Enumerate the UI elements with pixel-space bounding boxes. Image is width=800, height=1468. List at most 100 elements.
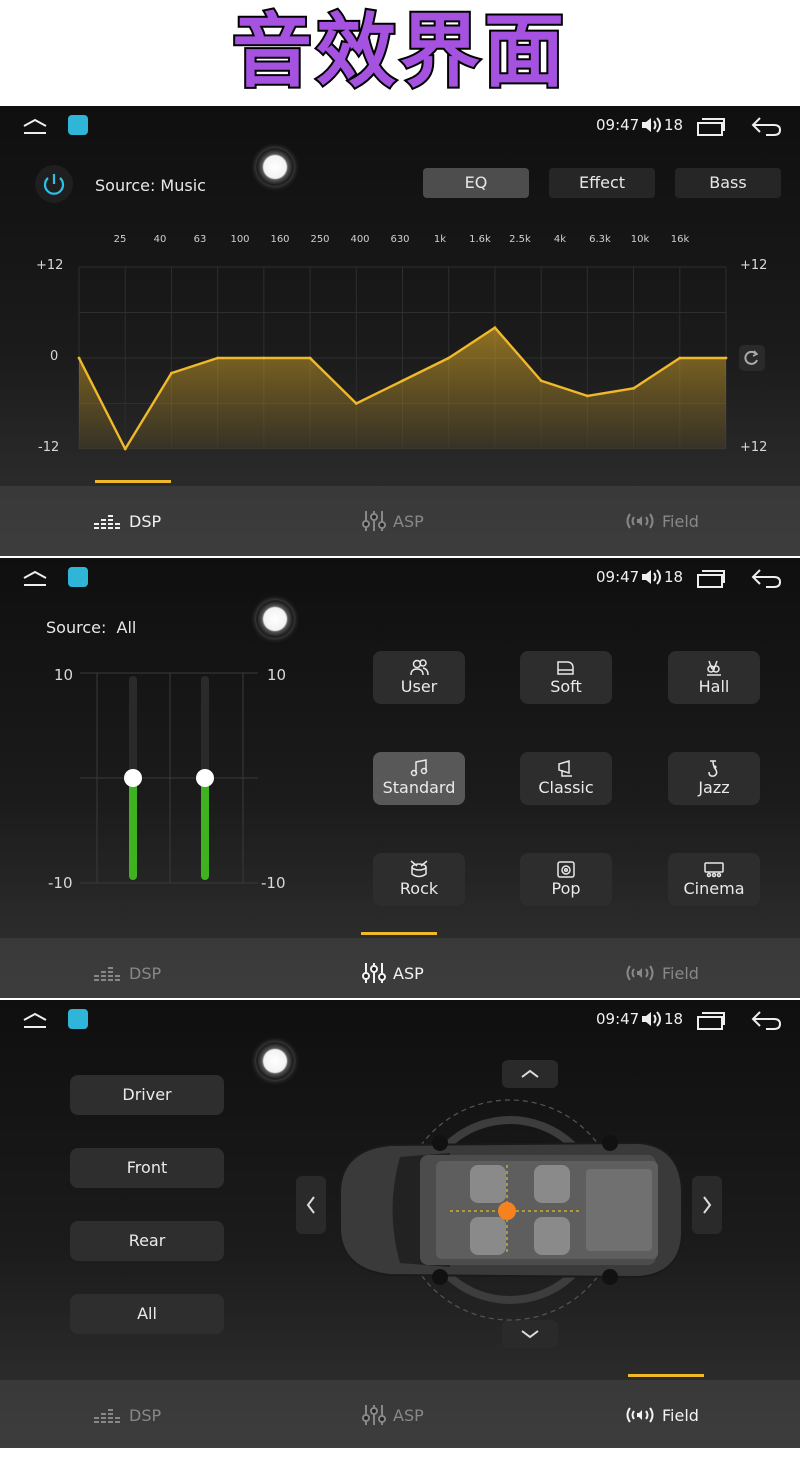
tab-field-label: Field bbox=[662, 963, 699, 983]
eq-point[interactable] bbox=[77, 356, 81, 360]
asp-slider[interactable] bbox=[124, 676, 142, 880]
tab-field[interactable]: Field bbox=[624, 486, 699, 556]
preset-standard-button[interactable]: Standard bbox=[373, 752, 465, 805]
back-icon[interactable] bbox=[750, 1009, 782, 1031]
scale-bottom-left: -10 bbox=[48, 874, 73, 892]
audio-app-icon[interactable] bbox=[68, 1009, 88, 1029]
assistive-touch-button[interactable] bbox=[256, 1042, 294, 1080]
slider-thumb[interactable] bbox=[124, 769, 142, 787]
volume-icon[interactable] bbox=[640, 567, 662, 587]
reset-icon bbox=[744, 350, 759, 365]
eq-point[interactable] bbox=[401, 379, 404, 383]
tab-dsp-label: DSP bbox=[129, 511, 162, 531]
preset-soft-button[interactable]: Soft bbox=[520, 651, 612, 704]
sound-focus-point[interactable] bbox=[498, 1202, 516, 1220]
volume-icon[interactable] bbox=[640, 1009, 662, 1029]
preset-jazz-button[interactable]: Jazz bbox=[668, 752, 760, 805]
tab-asp[interactable]: ASP bbox=[361, 1380, 424, 1448]
eq-point[interactable] bbox=[123, 447, 127, 451]
tab-field[interactable]: Field bbox=[624, 938, 699, 998]
tab-dsp-label: DSP bbox=[129, 1405, 162, 1425]
asp-sliders[interactable] bbox=[80, 668, 260, 888]
status-bar: 09:47 18 bbox=[0, 1000, 800, 1040]
chevron-right-icon bbox=[703, 1196, 712, 1214]
tab-dsp[interactable]: DSP bbox=[93, 938, 161, 998]
scale-top-right: 10 bbox=[267, 666, 287, 684]
zone-front-button[interactable]: Front bbox=[70, 1148, 224, 1188]
preset-rock-button[interactable]: Rock bbox=[373, 853, 465, 906]
bottom-tab-bar: DSP ASP Field bbox=[0, 480, 800, 556]
eq-point[interactable] bbox=[262, 356, 266, 360]
dsp-screen: 09:47 18 Source: Music EQ Effect Bass 25… bbox=[0, 106, 800, 556]
recent-apps-icon[interactable] bbox=[696, 1011, 726, 1031]
clock: 09:47 bbox=[596, 568, 640, 586]
asp-slider[interactable] bbox=[196, 676, 214, 880]
eq-point[interactable] bbox=[632, 386, 635, 390]
preset-label: Rock bbox=[399, 879, 439, 898]
source-label: Source: All bbox=[46, 618, 137, 637]
eq-point[interactable] bbox=[724, 356, 728, 360]
eq-point[interactable] bbox=[216, 356, 220, 360]
home-icon[interactable] bbox=[22, 570, 48, 588]
tab-dsp[interactable]: DSP bbox=[93, 480, 171, 556]
preset-label: Pop bbox=[551, 879, 581, 898]
recent-apps-icon[interactable] bbox=[696, 569, 726, 589]
volume-level: 18 bbox=[664, 1010, 684, 1028]
eq-point[interactable] bbox=[678, 356, 682, 360]
field-screen: 09:47 18 Driver Front Rear All DSP ASP F… bbox=[0, 1000, 800, 1448]
piano-icon bbox=[557, 661, 574, 675]
zone-driver-button[interactable]: Driver bbox=[70, 1075, 224, 1115]
tab-asp-label: ASP bbox=[393, 511, 424, 531]
volume-level: 18 bbox=[664, 568, 684, 586]
bottom-tab-bar: DSP ASP Field bbox=[0, 932, 800, 998]
tab-field-label: Field bbox=[662, 1405, 699, 1425]
user-icon bbox=[410, 659, 429, 676]
home-icon[interactable] bbox=[22, 1012, 48, 1030]
cinema-icon bbox=[704, 862, 724, 878]
equalizer-bars-icon bbox=[94, 515, 120, 529]
move-up-button[interactable] bbox=[502, 1060, 558, 1088]
status-bar: 09:47 18 bbox=[0, 558, 800, 598]
sliders-icon bbox=[362, 1405, 386, 1425]
chevron-left-icon bbox=[306, 1196, 315, 1214]
move-left-button[interactable] bbox=[296, 1176, 326, 1234]
eq-point[interactable] bbox=[354, 402, 358, 405]
bottom-tab-bar: DSP ASP Field bbox=[0, 1374, 800, 1448]
slider-fill bbox=[129, 778, 137, 880]
assistive-touch-button[interactable] bbox=[256, 600, 294, 638]
active-tab-indicator bbox=[628, 1374, 704, 1377]
preset-cinema-button[interactable]: Cinema bbox=[668, 853, 760, 906]
move-right-button[interactable] bbox=[692, 1176, 722, 1234]
back-icon[interactable] bbox=[750, 567, 782, 589]
sliders-icon bbox=[362, 963, 386, 983]
eq-point[interactable] bbox=[447, 356, 451, 360]
scale-bottom-right: -10 bbox=[261, 874, 286, 892]
audio-app-icon[interactable] bbox=[68, 567, 88, 587]
zone-rear-button[interactable]: Rear bbox=[70, 1221, 224, 1261]
zone-all-button[interactable]: All bbox=[70, 1294, 224, 1334]
tab-dsp[interactable]: DSP bbox=[93, 1380, 161, 1448]
surround-icon bbox=[626, 965, 654, 981]
preset-label: Soft bbox=[550, 677, 582, 696]
gramophone-icon bbox=[558, 759, 572, 777]
saxophone-icon bbox=[708, 760, 718, 777]
equalizer-bars-icon bbox=[94, 1409, 120, 1423]
eq-point[interactable] bbox=[308, 356, 312, 360]
sound-field-car-diagram[interactable] bbox=[330, 1095, 690, 1325]
preset-user-button[interactable]: User bbox=[373, 651, 465, 704]
tab-asp[interactable]: ASP bbox=[361, 932, 437, 998]
reset-eq-button[interactable] bbox=[739, 345, 765, 371]
eq-point[interactable] bbox=[539, 379, 543, 383]
eq-point[interactable] bbox=[170, 371, 173, 375]
tab-field[interactable]: Field bbox=[624, 1374, 704, 1448]
eq-point[interactable] bbox=[493, 326, 497, 330]
tab-asp[interactable]: ASP bbox=[361, 486, 424, 556]
preset-pop-button[interactable]: Pop bbox=[520, 853, 612, 906]
preset-hall-button[interactable]: Hall bbox=[668, 651, 760, 704]
preset-label: Classic bbox=[538, 778, 594, 797]
eq-point[interactable] bbox=[585, 394, 589, 398]
surround-icon bbox=[626, 513, 654, 529]
music-note-icon bbox=[410, 759, 428, 777]
preset-classic-button[interactable]: Classic bbox=[520, 752, 612, 805]
slider-thumb[interactable] bbox=[196, 769, 214, 787]
